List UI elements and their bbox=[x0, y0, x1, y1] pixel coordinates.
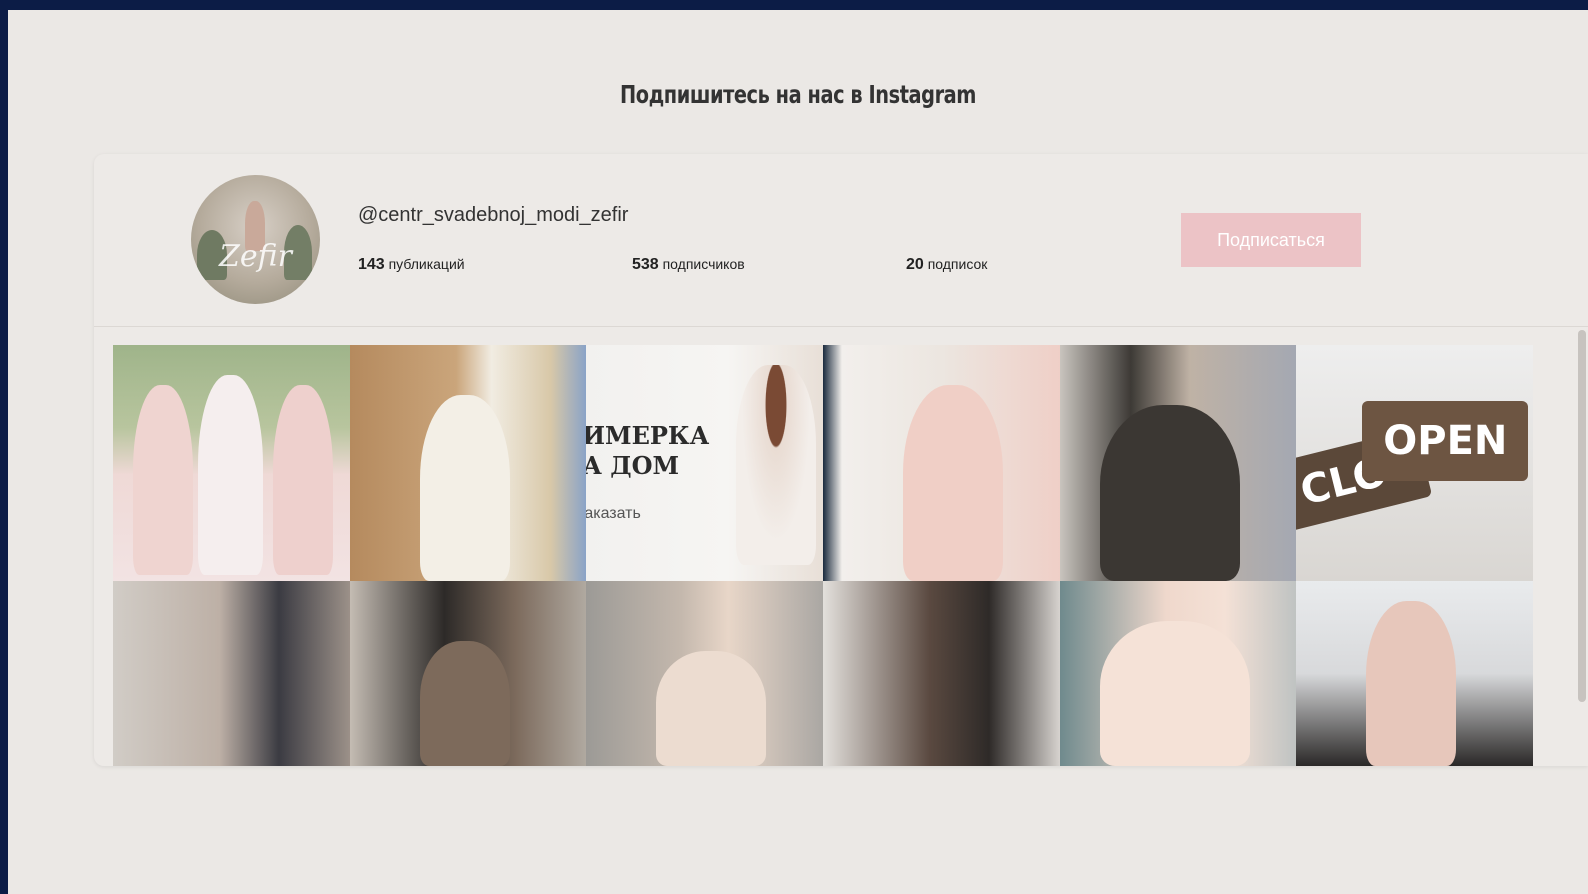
feed-scrollbar[interactable] bbox=[1578, 330, 1586, 702]
profile-header: Zefir @centr_svadebnoj_modi_zefir 143 пу… bbox=[94, 154, 1588, 327]
post-tile[interactable] bbox=[823, 345, 1060, 581]
post-tile[interactable] bbox=[113, 581, 350, 766]
stat-posts: 143 публикаций bbox=[358, 256, 465, 274]
promo-text-line1: ИМЕРКА bbox=[586, 421, 710, 450]
followers-label: подписчиков bbox=[662, 256, 745, 272]
post-tile[interactable] bbox=[1059, 345, 1297, 581]
following-label: подписок bbox=[927, 256, 988, 272]
post-tile[interactable]: ИМЕРКА А ДОМ аказать bbox=[586, 345, 823, 581]
followers-count: 538 bbox=[632, 256, 659, 273]
stat-following: 20 подписок bbox=[906, 256, 987, 274]
post-tile[interactable]: CLO OPEN bbox=[1296, 345, 1533, 581]
post-tile[interactable] bbox=[823, 581, 1060, 766]
post-tile[interactable] bbox=[113, 345, 350, 581]
subscribe-button[interactable]: Подписаться bbox=[1181, 213, 1361, 267]
post-tile[interactable] bbox=[586, 581, 823, 766]
stat-followers: 538 подписчиков bbox=[632, 256, 745, 274]
post-tile[interactable] bbox=[349, 345, 587, 581]
girl-with-phone bbox=[736, 365, 817, 565]
posts-grid: ИМЕРКА А ДОМ аказать CLO OPEN bbox=[113, 345, 1533, 766]
following-count: 20 bbox=[906, 256, 924, 273]
promo-text-line2: А ДОМ bbox=[586, 451, 680, 480]
post-tile[interactable] bbox=[349, 581, 587, 766]
post-tile[interactable] bbox=[1059, 581, 1297, 766]
promo-text-line3: аказать bbox=[586, 505, 641, 522]
avatar[interactable]: Zefir bbox=[191, 175, 320, 304]
open-sign: OPEN bbox=[1362, 401, 1529, 481]
section-title: Подпишитесь на нас в Instagram bbox=[619, 80, 977, 109]
posts-count: 143 bbox=[358, 256, 385, 273]
instagram-widget-section: Подпишитесь на нас в Instagram Zefir @ce… bbox=[8, 10, 1588, 894]
posts-label: публикаций bbox=[388, 256, 465, 272]
instagram-feed-card: Zefir @centr_svadebnoj_modi_zefir 143 пу… bbox=[94, 154, 1588, 766]
post-tile[interactable] bbox=[1296, 581, 1533, 766]
avatar-logo-text: Zefir bbox=[219, 239, 292, 274]
profile-username[interactable]: @centr_svadebnoj_modi_zefir bbox=[358, 204, 628, 227]
